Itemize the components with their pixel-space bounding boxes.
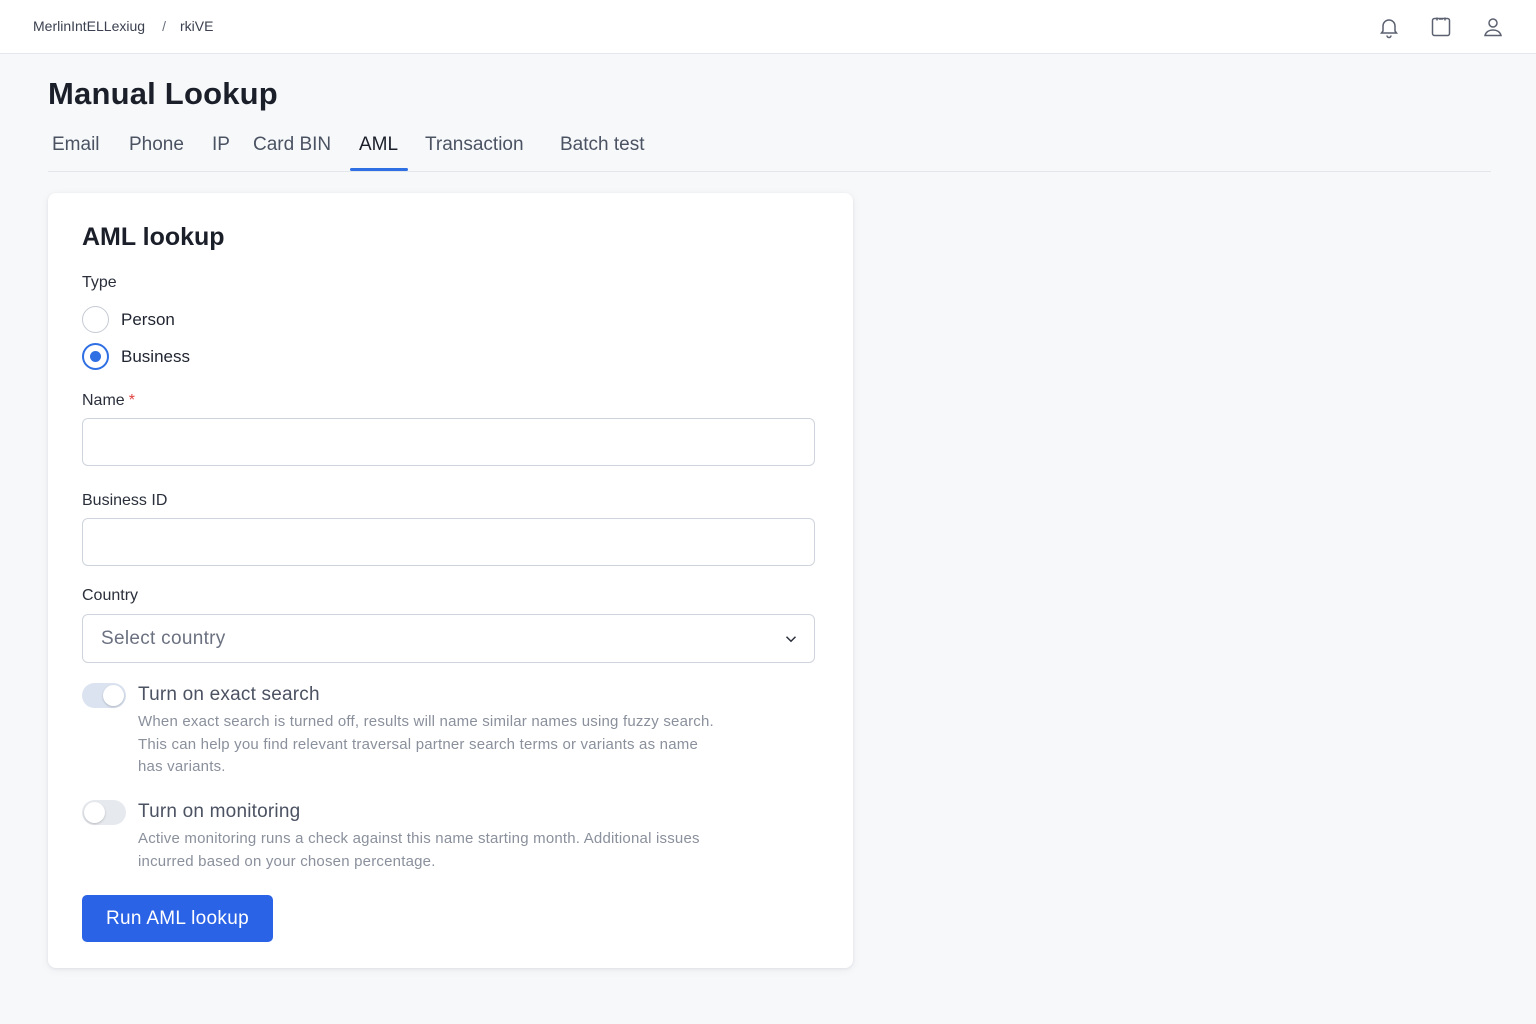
monitoring-title: Turn on monitoring — [138, 801, 301, 822]
toggle-knob — [103, 685, 124, 706]
page-title: Manual Lookup — [48, 76, 278, 111]
tab-phone[interactable]: Phone — [129, 134, 184, 156]
country-placeholder: Select country — [101, 628, 226, 649]
card-title: AML lookup — [82, 223, 225, 251]
name-label: Name * — [82, 392, 135, 410]
breadcrumb: MerlinIntELLexiug / rkiVE — [33, 18, 213, 34]
business-id-label: Business ID — [82, 492, 168, 509]
tab-ip[interactable]: IP — [212, 134, 230, 156]
calendar-icon[interactable] — [1428, 14, 1454, 40]
exact-search-desc-line: has variants. — [138, 758, 226, 775]
required-marker: * — [128, 392, 135, 409]
exact-search-desc-line: This can help you find relevant traversa… — [138, 735, 698, 753]
country-label: Country — [82, 587, 139, 604]
exact-search-description: When exact search is turned off, results… — [138, 711, 758, 779]
lookup-tabs: Email Phone IP Card BIN AML Transaction … — [48, 128, 1491, 172]
tab-batch-test[interactable]: Batch test — [560, 134, 645, 156]
tab-email[interactable]: Email — [52, 134, 100, 156]
tab-card-bin[interactable]: Card BIN — [253, 134, 331, 156]
type-option-business[interactable]: Business — [82, 343, 190, 370]
breadcrumb-current[interactable]: rkiVE — [180, 18, 213, 34]
business-radio[interactable] — [82, 343, 109, 370]
person-radio-label: Person — [121, 309, 175, 329]
bell-icon[interactable] — [1376, 14, 1402, 40]
chevron-down-icon — [782, 630, 800, 648]
active-tab-indicator — [350, 168, 408, 171]
top-bar: MerlinIntELLexiug / rkiVE — [0, 0, 1536, 54]
breadcrumb-org[interactable]: MerlinIntELLexiug — [33, 18, 145, 34]
header-actions — [1376, 14, 1506, 40]
monitoring-toggle[interactable] — [82, 800, 126, 825]
type-option-person[interactable]: Person — [82, 306, 175, 333]
user-icon[interactable] — [1480, 14, 1506, 40]
exact-search-title: Turn on exact search — [138, 684, 320, 705]
breadcrumb-separator: / — [162, 18, 166, 34]
tab-transaction[interactable]: Transaction — [425, 134, 524, 156]
run-aml-lookup-button[interactable]: Run AML lookup — [82, 895, 273, 942]
tab-aml[interactable]: AML — [359, 134, 398, 156]
aml-lookup-card: AML lookup Type Person Business Name * Bu… — [48, 193, 853, 968]
monitoring-desc-line: Active monitoring runs a check against t… — [138, 830, 700, 847]
toggle-knob — [84, 802, 105, 823]
exact-search-toggle[interactable] — [82, 683, 126, 708]
country-select[interactable]: Select country — [82, 614, 815, 663]
monitoring-desc-line: incurred based on your chosen percentage… — [138, 852, 436, 870]
business-radio-label: Business — [121, 346, 190, 366]
person-radio[interactable] — [82, 306, 109, 333]
monitoring-description: Active monitoring runs a check against t… — [138, 828, 758, 873]
type-label: Type — [82, 274, 117, 291]
exact-search-desc-line: When exact search is turned off, results… — [138, 713, 714, 730]
business-id-input[interactable] — [82, 518, 815, 566]
name-label-text: Name — [82, 392, 125, 409]
name-input[interactable] — [82, 418, 815, 466]
